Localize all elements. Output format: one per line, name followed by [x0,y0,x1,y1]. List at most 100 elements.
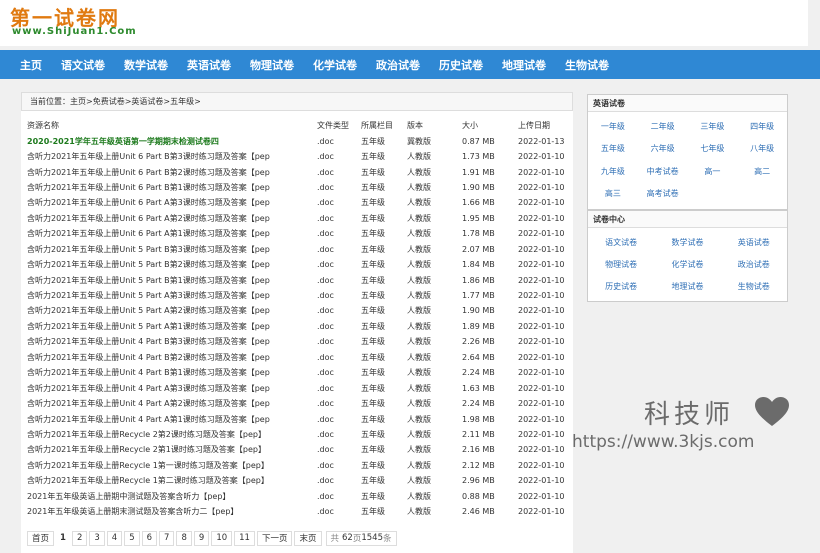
page-link[interactable]: 9 [193,530,210,546]
nav-item-3[interactable]: 英语试卷 [187,57,231,73]
file-link[interactable]: 含听力2021年五年级上册Unit 6 Part B第1课时练习题及答案【pep [27,183,270,192]
sidebar-english-link[interactable]: 高三 [588,183,638,206]
sidebar-center-link[interactable]: 地理试卷 [654,275,720,297]
last-page-button[interactable]: 末页 [294,530,322,546]
cell-type: .doc [317,507,334,517]
file-link[interactable]: 2021年五年级英语上册期中测试题及答案含听力【pep】 [27,492,230,501]
sidebar-english-link[interactable]: 三年级 [688,115,738,138]
page-link[interactable]: 11 [234,530,255,546]
page-info-mid: 页 [352,534,362,544]
sidebar-english-link[interactable]: 八年级 [737,138,787,161]
sidebar-english-link[interactable]: 高考试卷 [638,183,688,206]
cell-category: 五年级 [361,491,385,501]
cell-date: 2022-01-13 [518,136,565,146]
breadcrumb-item[interactable]: 免费试卷 [93,96,125,107]
file-link[interactable]: 含听力2021年五年级上册Unit 4 Part A第2课时练习题及答案【pep [27,399,270,408]
page-current[interactable]: 1 [56,530,70,546]
sidebar-center-link[interactable]: 语文试卷 [588,231,654,253]
sidebar-center-link[interactable]: 历史试卷 [588,275,654,297]
cell-category: 五年级 [361,414,385,424]
file-link[interactable]: 含听力2021年五年级上册Unit 6 Part A第3课时练习题及答案【pep [27,198,270,207]
nav-item-5[interactable]: 化学试卷 [313,57,357,73]
page-info-prefix: 共 [330,534,340,544]
page-link[interactable]: 3 [89,530,105,546]
breadcrumb-item[interactable]: 五年级 [170,96,194,107]
file-link[interactable]: 含听力2021年五年级上册Unit 4 Part B第2课时练习题及答案【pep [27,353,270,362]
breadcrumb-item[interactable]: 主页 [70,96,86,107]
breadcrumb: 当前位置： 主页 > 免费试卷 > 英语试卷 > 五年级 > [21,92,573,111]
page-link[interactable]: 5 [124,530,140,546]
page-link[interactable]: 2 [71,530,88,546]
sidebar-english-link[interactable]: 九年级 [588,160,638,183]
sidebar-center-link[interactable]: 生物试卷 [721,275,787,297]
file-link[interactable]: 含听力2021年五年级上册Recycle 2第1课时练习题及答案【pep】 [27,445,266,454]
cell-size: 2.96 MB [462,476,495,486]
file-link[interactable]: 含听力2021年五年级上册Unit 6 Part A第2课时练习题及答案【pep [27,214,270,223]
file-link[interactable]: 含听力2021年五年级上册Unit 4 Part B第3课时练习题及答案【pep [27,337,270,346]
sidebar-center-link[interactable]: 政治试卷 [721,253,787,275]
file-link[interactable]: 2021年五年级英语上册期末测试题及答案含听力二【pep】 [27,507,238,516]
page-link[interactable]: 6 [141,530,158,546]
page-link[interactable]: 8 [176,530,192,546]
sidebar-english-link[interactable]: 中考试卷 [638,160,688,183]
site-logo-url[interactable]: www.ShiJuan1.Com [12,26,137,37]
sidebar-center-link[interactable]: 物理试卷 [588,253,654,275]
cell-edition: 人教版 [407,507,431,517]
nav-item-2[interactable]: 数学试卷 [124,57,168,73]
file-link[interactable]: 含听力2021年五年级上册Unit 4 Part B第1课时练习题及答案【pep [27,368,270,377]
sidebar-center-link[interactable]: 化学试卷 [654,253,720,275]
nav-item-4[interactable]: 物理试卷 [250,57,294,73]
nav-item-1[interactable]: 语文试卷 [61,57,105,73]
file-link[interactable]: 含听力2021年五年级上册Unit 4 Part A第1课时练习题及答案【pep [27,415,270,424]
file-link[interactable]: 含听力2021年五年级上册Unit 4 Part A第3课时练习题及答案【pep [27,384,270,393]
cell-category: 五年级 [361,213,385,223]
sidebar-english-link[interactable]: 高一 [688,160,738,183]
file-link[interactable]: 含听力2021年五年级上册Recycle 2第2课时练习题及答案【pep】 [27,430,266,439]
file-link[interactable]: 含听力2021年五年级上册Unit 5 Part A第3课时练习题及答案【pep [27,291,270,300]
file-link[interactable]: 含听力2021年五年级上册Unit 6 Part B第3课时练习题及答案【pep [27,152,270,161]
cell-name: 含听力2021年五年级上册Recycle 2第2课时练习题及答案【pep】 [21,427,317,442]
cell-edition: 人教版 [407,414,431,424]
page-link[interactable]: 7 [159,530,175,546]
table-row: 2020-2021学年五年级英语第一学期期末检测试卷四 .doc 五年级 冀教版 0.8… [21,133,573,148]
next-page-button[interactable]: 下一页 [256,530,293,546]
first-page-button[interactable]: 首页 [27,530,55,546]
file-link[interactable]: 含听力2021年五年级上册Unit 5 Part A第1课时练习题及答案【pep [27,322,270,331]
sidebar-center-link[interactable]: 数学试卷 [654,231,720,253]
sidebar-english-link[interactable]: 一年级 [588,115,638,138]
sidebar-english-link[interactable]: 五年级 [588,138,638,161]
nav-item-9[interactable]: 生物试卷 [565,57,609,73]
table-row: 含听力2021年五年级上册Unit 5 Part A第2课时练习题及答案【pep… [21,303,573,318]
file-link[interactable]: 含听力2021年五年级上册Unit 6 Part B第2课时练习题及答案【pep [27,168,270,177]
sidebar-english-link[interactable]: 二年级 [638,115,688,138]
page-link[interactable]: 10 [211,530,233,546]
file-link[interactable]: 含听力2021年五年级上册Unit 5 Part B第3课时练习题及答案【pep [27,245,270,254]
cell-size: 2.26 MB [462,337,495,347]
cell-category: 五年级 [361,399,385,409]
file-link[interactable]: 2020-2021学年五年级英语第一学期期末检测试卷四 [27,137,219,146]
cell-edition: 人教版 [407,368,431,378]
nav-item-8[interactable]: 地理试卷 [502,57,546,73]
sidebar-english-link[interactable]: 七年级 [688,138,738,161]
sidebar-center-link[interactable]: 英语试卷 [721,231,787,253]
nav-item-7[interactable]: 历史试卷 [439,57,483,73]
cell-type: .doc [317,476,334,486]
nav-item-6[interactable]: 政治试卷 [376,57,420,73]
file-link[interactable]: 含听力2021年五年级上册Recycle 1第二课时练习题及答案【pep】 [27,476,269,485]
sidebar-english-link[interactable]: 六年级 [638,138,688,161]
watermark-title: 科技师 [644,400,735,430]
cell-name: 含听力2021年五年级上册Recycle 1第二课时练习题及答案【pep】 [21,473,317,488]
file-link[interactable]: 含听力2021年五年级上册Unit 5 Part B第1课时练习题及答案【pep [27,276,270,285]
file-link[interactable]: 含听力2021年五年级上册Unit 5 Part B第2课时练习题及答案【pep [27,260,270,269]
cell-name: 2020-2021学年五年级英语第一学期期末检测试卷四 [21,133,317,148]
breadcrumb-item[interactable]: 英语试卷 [131,96,163,107]
sidebar-english-link[interactable]: 高二 [737,160,787,183]
sidebar-english-link[interactable]: 四年级 [737,115,787,138]
nav-item-0[interactable]: 主页 [20,57,42,73]
file-link[interactable]: 含听力2021年五年级上册Unit 5 Part A第2课时练习题及答案【pep [27,306,270,315]
file-link[interactable]: 含听力2021年五年级上册Recycle 1第一课时练习题及答案【pep】 [27,461,269,470]
file-link[interactable]: 含听力2021年五年级上册Unit 6 Part A第1课时练习题及答案【pep [27,229,270,238]
breadcrumb-separator: > [86,97,93,106]
cell-edition: 人教版 [407,337,431,347]
page-link[interactable]: 4 [106,530,123,546]
